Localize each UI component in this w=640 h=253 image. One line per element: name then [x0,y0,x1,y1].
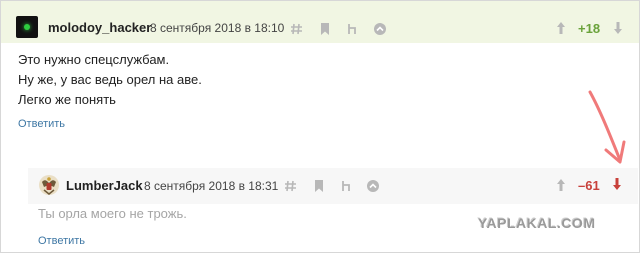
annotation-arrow-icon [588,90,626,164]
reply-link[interactable]: Ответить [18,118,65,130]
hash-icon[interactable] [290,22,304,36]
site-watermark: YAPLAKAL.COM [478,215,596,231]
avatar[interactable] [16,16,38,38]
parent-link-icon[interactable] [346,22,360,36]
expand-icon[interactable] [366,179,380,193]
comment-author[interactable]: molodoy_hacker [48,20,151,35]
comment-date: 8 сентября 2018 в 18:10 [150,21,285,35]
comment-score: –61 [578,178,600,193]
expand-icon[interactable] [373,22,387,36]
avatar[interactable] [38,174,60,196]
comment-date: 8 сентября 2018 в 18:31 [144,179,279,193]
comment-body: Это нужно спецслужбам. Ну же, у вас ведь… [18,50,202,110]
comment-score: +18 [578,21,601,36]
bookmark-icon[interactable] [312,179,326,193]
arrow-down-icon[interactable] [610,177,624,191]
comment-line: Это нужно спецслужбам. [18,52,170,67]
hash-icon[interactable] [284,179,298,193]
arrow-up-icon[interactable] [554,178,568,192]
parent-link-icon[interactable] [340,179,354,193]
comment-line: Легко же понять [18,92,116,107]
arrow-up-icon[interactable] [554,21,568,35]
comment-line: Ну же, у вас ведь орел на аве. [18,72,202,87]
bookmark-icon[interactable] [318,22,332,36]
comment-author[interactable]: LumberJack [66,178,143,193]
arrow-down-icon[interactable] [611,21,625,35]
reply-link[interactable]: Ответить [38,235,85,247]
comment-body: Ты орла моего не трожь. [38,206,187,221]
avatar-dot [24,24,30,30]
